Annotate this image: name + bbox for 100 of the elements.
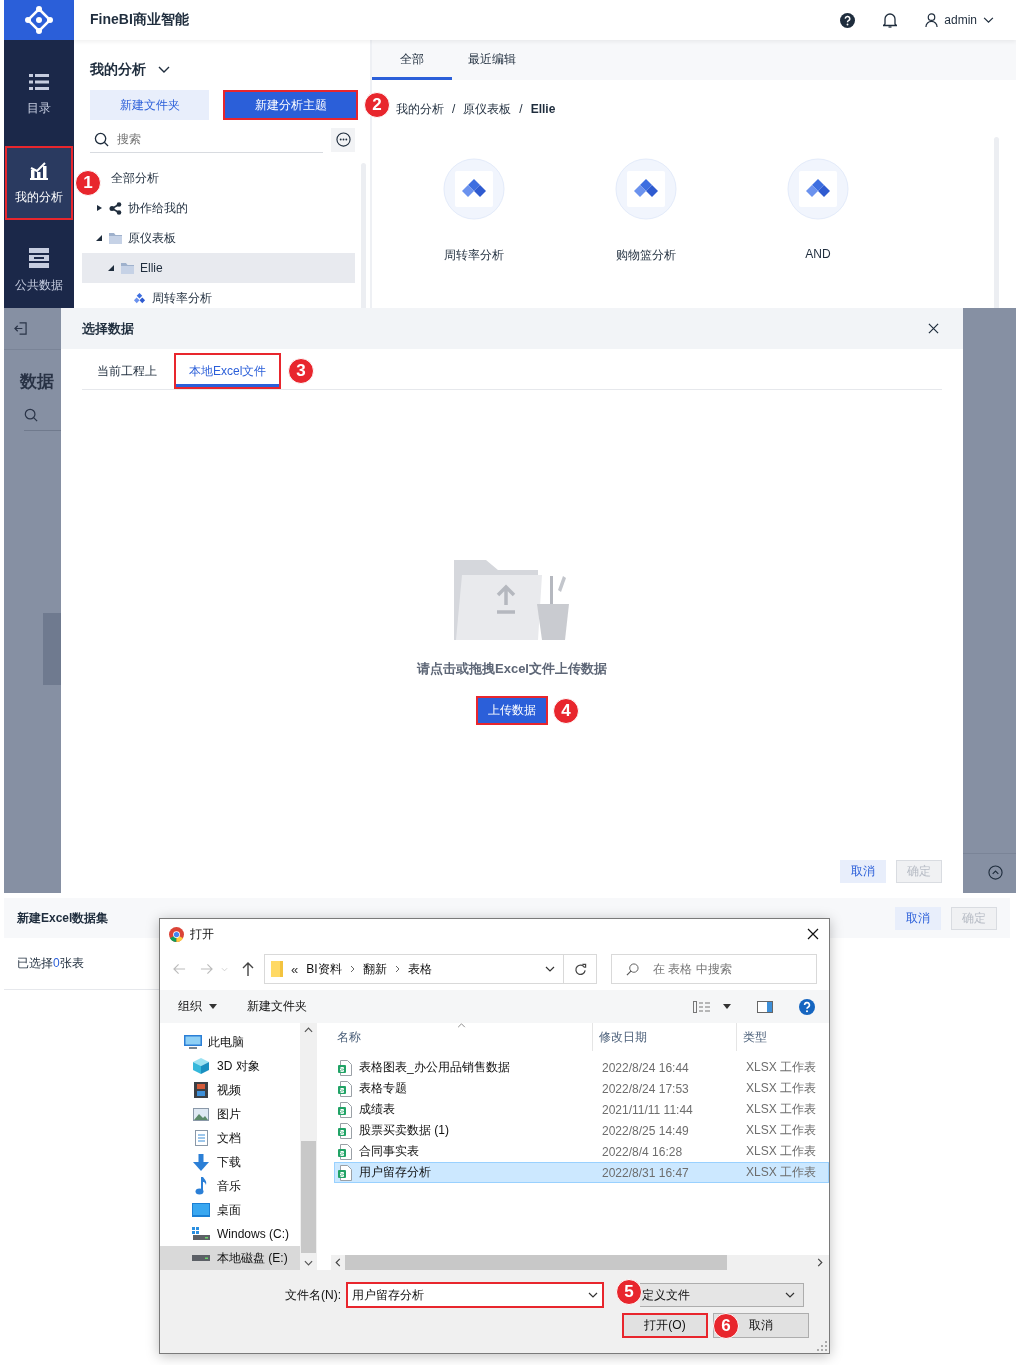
close-icon[interactable]: [928, 323, 939, 334]
tree-item[interactable]: 协作给我的: [82, 193, 355, 223]
cancel-button[interactable]: 取消: [895, 906, 941, 930]
section-title[interactable]: 我的分析: [90, 61, 146, 79]
upload-button[interactable]: 上传数据: [476, 696, 548, 725]
spreadsheet-file-icon: [338, 1143, 352, 1160]
search-icon: [626, 962, 639, 976]
file-row[interactable]: 表格专题 2022/8/24 17:53 XLSX 工作表: [334, 1078, 829, 1099]
scroll-right-icon[interactable]: [817, 1258, 823, 1267]
file-date: 2022/8/24 16:44: [601, 1060, 690, 1075]
expanded-caret-icon[interactable]: [108, 265, 114, 271]
folder-icon: [121, 262, 134, 274]
notification-bell-icon[interactable]: [883, 12, 898, 28]
scrollbar[interactable]: [331, 1255, 829, 1270]
address-bar[interactable]: « BI资料 翻新 表格: [264, 954, 564, 984]
file-name: 成绩表: [359, 1101, 395, 1118]
tab[interactable]: 全部: [372, 40, 452, 80]
file-row[interactable]: 成绩表 2021/11/11 11:44 XLSX 工作表: [334, 1099, 829, 1120]
breadcrumb-link[interactable]: 我的分析: [396, 100, 444, 118]
search-box[interactable]: 在 表格 中搜索: [611, 954, 817, 984]
refresh-icon: [573, 962, 587, 976]
nav-item[interactable]: 公共数据: [4, 234, 74, 308]
organize-menu[interactable]: 组织: [178, 998, 217, 1015]
spreadsheet-file-icon: [338, 1059, 352, 1076]
folder-tree-item[interactable]: 视频: [160, 1078, 300, 1102]
analysis-icon[interactable]: [615, 158, 677, 220]
tab[interactable]: 最近编辑: [452, 40, 538, 80]
column-header[interactable]: 名称: [331, 1023, 592, 1051]
tab[interactable]: 本地Excel文件: [174, 353, 282, 389]
file-name: 表格图表_办公用品销售数据: [359, 1059, 510, 1076]
file-row[interactable]: 股票买卖数据 (1) 2022/8/25 14:49 XLSX 工作表: [334, 1120, 829, 1141]
new-folder-button[interactable]: 新建文件夹: [90, 90, 209, 120]
film-icon: [194, 1082, 208, 1098]
path-segment[interactable]: BI资料: [306, 960, 342, 978]
chevron-down-icon[interactable]: [158, 66, 170, 74]
step-badge: 5: [616, 1279, 642, 1305]
folder-tree-item[interactable]: 本地磁盘 (E:): [160, 1246, 300, 1270]
chevron-down-icon[interactable]: [785, 1292, 795, 1298]
dialog-title: 选择数据: [82, 319, 134, 338]
search-icon: [94, 131, 109, 147]
resize-grip-icon[interactable]: [817, 1341, 827, 1351]
refresh-button[interactable]: [563, 954, 597, 984]
collapsed-caret-icon[interactable]: [96, 205, 102, 211]
caret-down-icon[interactable]: [723, 1004, 731, 1009]
scroll-left-icon[interactable]: [335, 1258, 341, 1267]
tree-item[interactable]: 周转率分析: [82, 283, 355, 308]
analysis-icon[interactable]: [787, 158, 849, 220]
folder-tree-item[interactable]: 音乐: [160, 1174, 300, 1198]
new-analysis-button[interactable]: 新建分析主题: [223, 90, 358, 120]
tree-item[interactable]: Ellie: [82, 253, 355, 283]
scroll-up-icon[interactable]: [303, 1027, 313, 1033]
up-arrow-icon[interactable]: [242, 962, 254, 976]
folder-tree-item[interactable]: 图片: [160, 1102, 300, 1126]
file-date: 2022/8/4 16:28: [601, 1144, 684, 1159]
file-row[interactable]: 用户留存分析 2022/8/31 16:47 XLSX 工作表: [334, 1162, 829, 1183]
search-box[interactable]: 搜索: [90, 126, 323, 153]
folder-tree-item[interactable]: 文档: [160, 1126, 300, 1150]
desktop-icon: [192, 1203, 210, 1217]
nav-item[interactable]: 我的分析: [5, 146, 73, 220]
folder-tree-item[interactable]: Windows (C:): [160, 1222, 300, 1246]
scrollbar[interactable]: [300, 1023, 316, 1270]
new-folder-button[interactable]: 新建文件夹: [247, 998, 307, 1015]
tree-item[interactable]: 原仪表板: [82, 223, 355, 253]
expanded-caret-icon[interactable]: [96, 235, 102, 241]
analysis-icon[interactable]: [443, 158, 505, 220]
help-icon[interactable]: [840, 12, 856, 28]
tab[interactable]: 当前工程上: [82, 353, 172, 389]
upload-hint: 请点击或拖拽Excel文件上传数据: [417, 660, 607, 678]
more-button[interactable]: [331, 127, 355, 152]
breadcrumb-link[interactable]: 原仪表板: [463, 100, 512, 118]
preview-pane-icon[interactable]: [757, 1000, 773, 1013]
chevron-down-icon[interactable]: [545, 966, 555, 972]
app-logo[interactable]: [4, 0, 74, 40]
column-header[interactable]: 类型: [736, 1023, 829, 1051]
close-icon[interactable]: [807, 928, 819, 940]
view-options-icon[interactable]: [693, 1000, 711, 1013]
folder-tree-item[interactable]: 3D 对象: [160, 1054, 300, 1078]
path-overflow[interactable]: «: [291, 961, 299, 977]
collapse-icon[interactable]: [988, 865, 1003, 880]
scroll-down-icon[interactable]: [303, 1260, 313, 1266]
path-segment[interactable]: 翻新: [362, 960, 387, 978]
cancel-button[interactable]: 取消: [840, 860, 886, 883]
folder-tree-item[interactable]: 此电脑: [160, 1030, 300, 1054]
column-header[interactable]: 修改日期: [592, 1023, 736, 1051]
chevron-down-icon[interactable]: [588, 1292, 598, 1298]
file-name-field[interactable]: 用户留存分析: [346, 1282, 604, 1308]
search-field[interactable]: 在 表格 中搜索: [653, 962, 816, 976]
path-segment[interactable]: 表格: [407, 960, 432, 978]
download-icon: [193, 1153, 209, 1171]
open-button[interactable]: 打开(O): [622, 1313, 708, 1338]
scrollbar[interactable]: [994, 137, 999, 308]
tree-item[interactable]: 全部分析: [103, 163, 355, 193]
folder-tree-item[interactable]: 下载: [160, 1150, 300, 1174]
file-row[interactable]: 表格图表_办公用品销售数据 2022/8/24 16:44 XLSX 工作表: [334, 1057, 829, 1078]
search-field[interactable]: 搜索: [117, 132, 323, 146]
nav-item[interactable]: 目录: [4, 58, 74, 132]
file-type-dropdown[interactable]: 定义文件: [640, 1283, 804, 1307]
folder-tree-item[interactable]: 桌面: [160, 1198, 300, 1222]
file-row[interactable]: 合同事实表 2022/8/4 16:28 XLSX 工作表: [334, 1141, 829, 1162]
user-menu[interactable]: admin: [925, 13, 994, 27]
